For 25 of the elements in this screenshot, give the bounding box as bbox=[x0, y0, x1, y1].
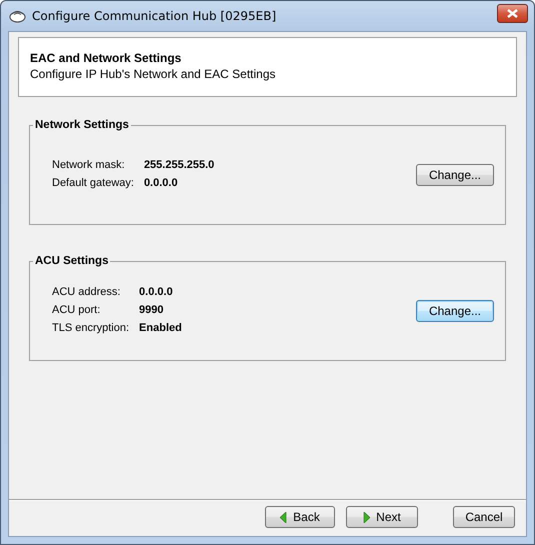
group-title: Network Settings bbox=[34, 119, 130, 131]
page-subtitle: Configure IP Hub's Network and EAC Settings bbox=[30, 67, 277, 81]
change-button[interactable]: Change... bbox=[416, 300, 494, 322]
field-label: ACU port: bbox=[52, 304, 102, 316]
next-arrow-icon bbox=[363, 512, 370, 522]
close-icon bbox=[507, 8, 518, 18]
field-label: Default gateway: bbox=[52, 176, 134, 188]
field-value: Enabled bbox=[139, 322, 183, 334]
field-label: ACU address: bbox=[52, 286, 122, 298]
back-arrow-icon bbox=[280, 512, 288, 522]
group-title: ACU Settings bbox=[34, 255, 110, 267]
next-button[interactable]: Next bbox=[346, 506, 418, 528]
change-button[interactable]: Change... bbox=[416, 164, 494, 186]
field-value: 0.0.0.0 bbox=[144, 176, 179, 188]
field-value: 9990 bbox=[139, 304, 165, 316]
field-label: TLS encryption: bbox=[52, 322, 130, 334]
window-title: Configure Communication Hub [0295EB] bbox=[32, 9, 278, 23]
back-button[interactable]: Back bbox=[265, 506, 335, 528]
field-value: 255.255.255.0 bbox=[144, 158, 216, 170]
field-label: Network mask: bbox=[52, 158, 126, 170]
field-value: 0.0.0.0 bbox=[139, 286, 174, 298]
cancel-button[interactable]: Cancel bbox=[453, 506, 515, 528]
close-button[interactable] bbox=[497, 4, 528, 22]
page-title: EAC and Network Settings bbox=[30, 51, 182, 65]
app-icon bbox=[9, 9, 26, 23]
